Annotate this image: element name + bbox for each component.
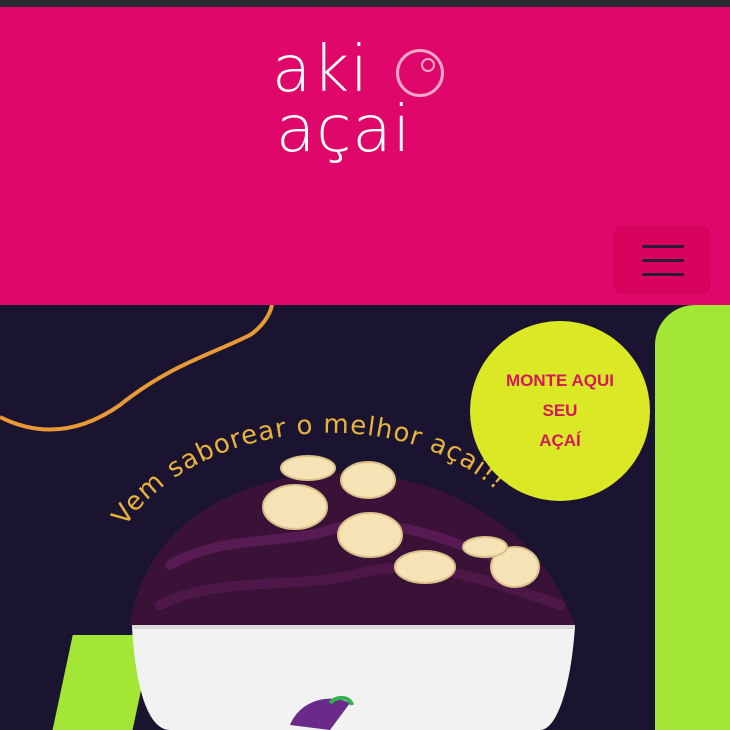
cta-line2: SEU [542, 401, 578, 420]
menu-button[interactable] [614, 227, 710, 293]
hamburger-icon-line [642, 259, 684, 262]
brand-name-line2: açai [276, 93, 412, 167]
berry-icon [396, 49, 444, 97]
build-acai-button[interactable]: MONTE AQUI SEU AÇAÍ [470, 321, 650, 501]
top-bar [0, 0, 730, 7]
hero-banner: Vem saborear o melhor açaí!! MONTE AQUI … [0, 305, 730, 730]
cta-line1: MONTE AQUI [506, 371, 614, 390]
acai-bowl [132, 627, 575, 730]
hamburger-icon-line [642, 273, 684, 276]
site-header: aki açai [0, 7, 730, 305]
hamburger-icon [642, 245, 684, 248]
decorative-wave [0, 305, 274, 432]
brand-logo[interactable]: aki açai [272, 35, 472, 175]
cta-line3: AÇAÍ [539, 431, 581, 450]
